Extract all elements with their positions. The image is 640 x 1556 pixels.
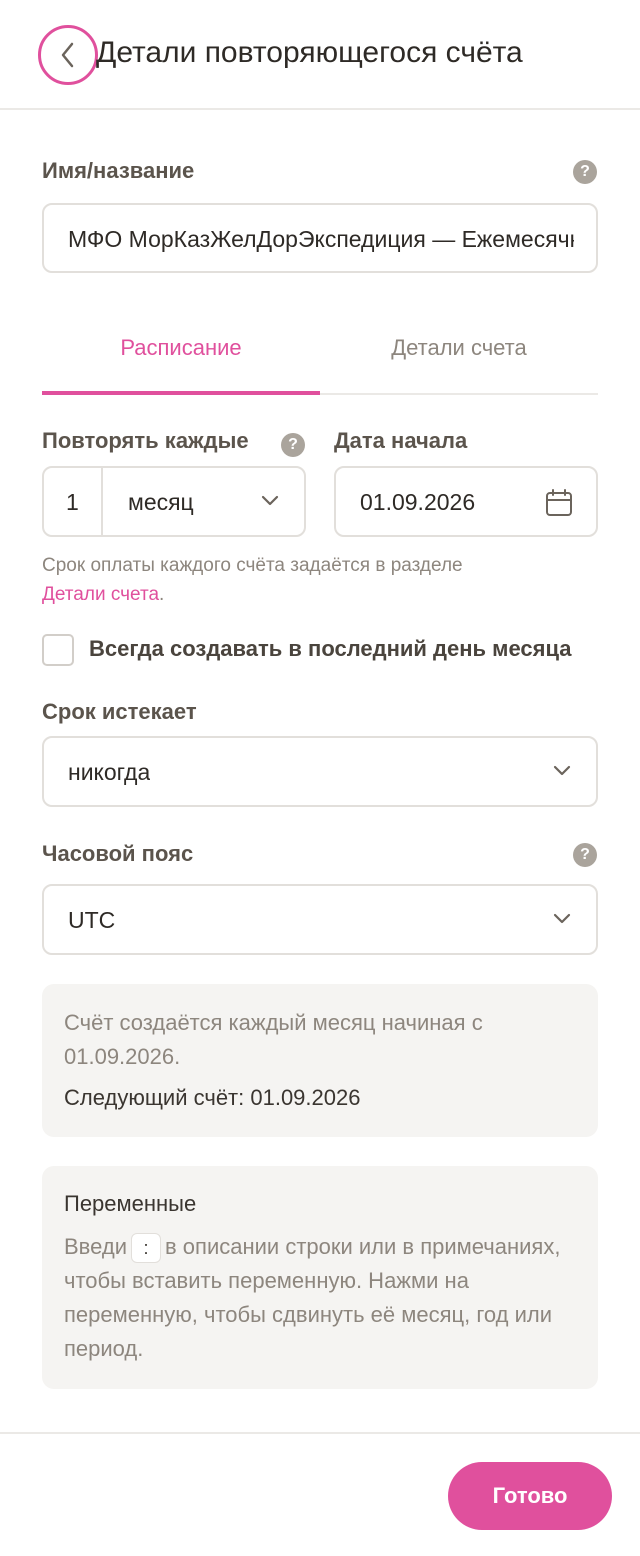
hint-text: Срок оплаты каждого счёта задаётся в раз… bbox=[42, 555, 463, 576]
repeat-unit-select[interactable]: месяц bbox=[128, 489, 194, 516]
header: Детали повторяющегося счёта bbox=[0, 0, 640, 110]
back-button[interactable] bbox=[38, 25, 98, 85]
repeat-label: Повторять каждые bbox=[42, 428, 249, 453]
active-tab-indicator bbox=[42, 391, 320, 395]
timezone-label: Часовой пояс bbox=[42, 841, 194, 866]
start-date-label: Дата начала bbox=[334, 428, 468, 453]
last-day-checkbox-label[interactable]: Всегда создавать в последний день месяца bbox=[89, 636, 572, 662]
timezone-value: UTC bbox=[68, 907, 116, 933]
repeat-count-input[interactable]: 1 bbox=[66, 489, 100, 516]
variable-chip: : bbox=[131, 1233, 161, 1264]
help-icon[interactable]: ? bbox=[573, 160, 597, 184]
name-input[interactable]: МФО МорКазЖелДорЭкспедиция — Ежемесячно bbox=[42, 203, 598, 273]
last-day-checkbox[interactable] bbox=[42, 634, 74, 666]
timezone-select[interactable]: UTC bbox=[42, 884, 598, 955]
name-label: Имя/название bbox=[42, 158, 195, 183]
repeat-help-icon[interactable]: ? bbox=[281, 433, 305, 457]
repeat-field-divider bbox=[101, 468, 103, 535]
tab-schedule[interactable]: Расписание bbox=[42, 335, 320, 361]
footer-divider bbox=[0, 1432, 640, 1434]
chevron-down-icon bbox=[553, 913, 571, 924]
variables-box: Переменные Введи: в описании строки или в… bbox=[42, 1166, 598, 1389]
expires-label: Срок истекает bbox=[42, 699, 197, 724]
chevron-down-icon bbox=[261, 495, 279, 506]
next-invoice-text: Следующий счёт: 01.09.2026 bbox=[64, 1085, 361, 1110]
hint-suffix: . bbox=[159, 584, 165, 605]
summary-text: Счёт создаётся каждый месяц начиная с 01… bbox=[64, 1010, 483, 1069]
due-date-hint: Срок оплаты каждого счёта задаётся в раз… bbox=[42, 551, 598, 609]
calendar-icon[interactable] bbox=[544, 488, 574, 518]
start-date-value: 01.09.2026 bbox=[360, 489, 476, 515]
expires-value: никогда bbox=[68, 759, 151, 785]
chevron-left-icon bbox=[61, 42, 74, 68]
page-title: Детали повторяющегося счёта bbox=[96, 36, 523, 69]
tab-invoice-details[interactable]: Детали счета bbox=[320, 335, 598, 361]
start-date-input[interactable]: 01.09.2026 bbox=[334, 466, 598, 537]
variables-title: Переменные bbox=[64, 1191, 197, 1216]
expires-select[interactable]: никогда bbox=[42, 736, 598, 807]
done-button[interactable]: Готово bbox=[448, 1462, 612, 1530]
name-input-value: МФО МорКазЖелДорЭкспедиция — Ежемесячно bbox=[68, 226, 574, 252]
variables-text-before: Введи bbox=[64, 1234, 127, 1259]
timezone-help-icon[interactable]: ? bbox=[573, 843, 597, 867]
variables-text: Введи: в описании строки или в примечания… bbox=[64, 1230, 574, 1366]
repeat-field: 1 месяц bbox=[42, 466, 306, 537]
chevron-down-icon bbox=[553, 765, 571, 776]
invoice-details-link[interactable]: Детали счета bbox=[42, 584, 159, 605]
schedule-summary: Счёт создаётся каждый месяц начиная с 01… bbox=[42, 984, 598, 1137]
